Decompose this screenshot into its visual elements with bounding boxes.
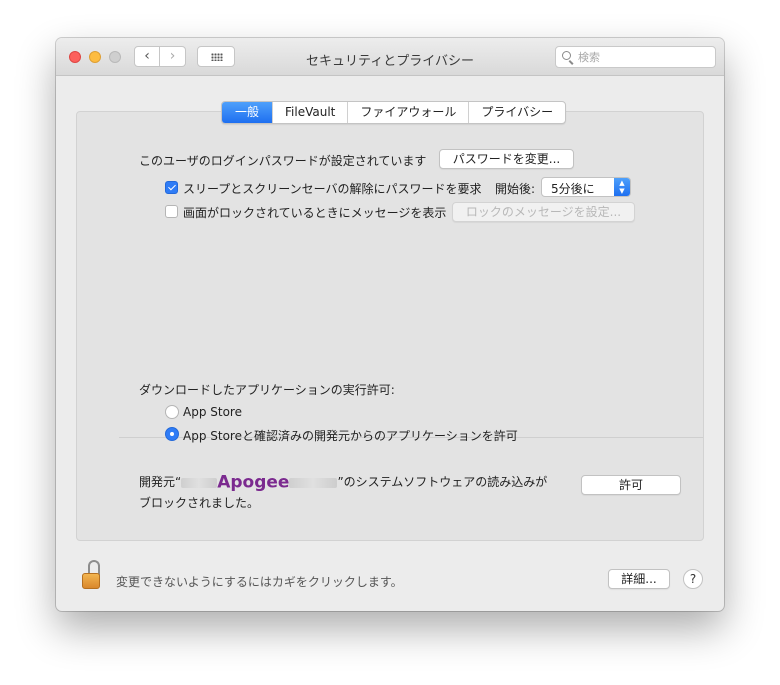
lock-icon[interactable] bbox=[82, 560, 102, 590]
redacted-text bbox=[181, 477, 218, 488]
login-password-text: このユーザのログインパスワードが設定されています bbox=[139, 154, 427, 168]
require-password-label: スリープとスクリーンセーバの解除にパスワードを要求 bbox=[183, 182, 482, 196]
radio-identified-developers[interactable] bbox=[165, 427, 179, 441]
radio-app-store[interactable] bbox=[165, 405, 179, 419]
search-field[interactable] bbox=[555, 46, 716, 68]
preferences-window: ‹ › セキュリティとプライバシー このユーザのログインパスワードが設定されてい… bbox=[56, 38, 724, 611]
blocked-message: 開発元“ Apogee ”のシステムソフトウェアの読み込みが ブロックされました。 bbox=[139, 472, 547, 513]
radio-app-store-label: App Store bbox=[183, 405, 242, 419]
title-bar: ‹ › セキュリティとプライバシー bbox=[56, 38, 724, 76]
general-panel: このユーザのログインパスワードが設定されています パスワードを変更... スリー… bbox=[76, 111, 704, 541]
show-message-checkbox[interactable] bbox=[165, 205, 178, 218]
delay-popup[interactable]: 5分後に ▲ ▼ bbox=[541, 177, 631, 197]
popup-stepper-icon: ▲ ▼ bbox=[614, 178, 630, 196]
tab-firewall[interactable]: ファイアウォール bbox=[347, 102, 468, 123]
tab-filevault[interactable]: FileVault bbox=[272, 102, 347, 123]
tab-privacy[interactable]: プライバシー bbox=[468, 102, 565, 123]
search-icon bbox=[562, 51, 571, 60]
radio-identified-developers-label: App Storeと確認済みの開発元からのアプリケーションを許可 bbox=[183, 429, 518, 443]
blocked-prefix: 開発元“ bbox=[139, 475, 182, 489]
after-label: 開始後: bbox=[495, 182, 536, 196]
show-message-label: 画面がロックされているときにメッセージを表示 bbox=[183, 206, 447, 220]
require-password-checkbox[interactable] bbox=[165, 181, 178, 194]
allow-button[interactable]: 許可 bbox=[581, 475, 681, 495]
lock-text: 変更できないようにするにはカギをクリックします。 bbox=[116, 575, 403, 589]
search-input[interactable] bbox=[578, 49, 708, 65]
advanced-button[interactable]: 詳細... bbox=[608, 569, 670, 589]
set-message-button[interactable]: ロックのメッセージを設定... bbox=[452, 202, 635, 222]
delay-value: 5分後に bbox=[551, 182, 595, 196]
blocked-line2: ブロックされました。 bbox=[139, 495, 260, 510]
downloads-heading: ダウンロードしたアプリケーションの実行許可: bbox=[139, 383, 395, 397]
help-button[interactable]: ? bbox=[683, 569, 703, 589]
lock-body bbox=[82, 573, 100, 589]
tab-bar: 一般 FileVault ファイアウォール プライバシー bbox=[221, 101, 567, 124]
redacted-text bbox=[289, 477, 338, 488]
tab-general[interactable]: 一般 bbox=[222, 102, 273, 123]
change-password-button[interactable]: パスワードを変更... bbox=[439, 149, 574, 169]
blocked-suffix: ”のシステムソフトウェアの読み込みが bbox=[337, 475, 548, 489]
developer-name: Apogee bbox=[217, 472, 290, 493]
